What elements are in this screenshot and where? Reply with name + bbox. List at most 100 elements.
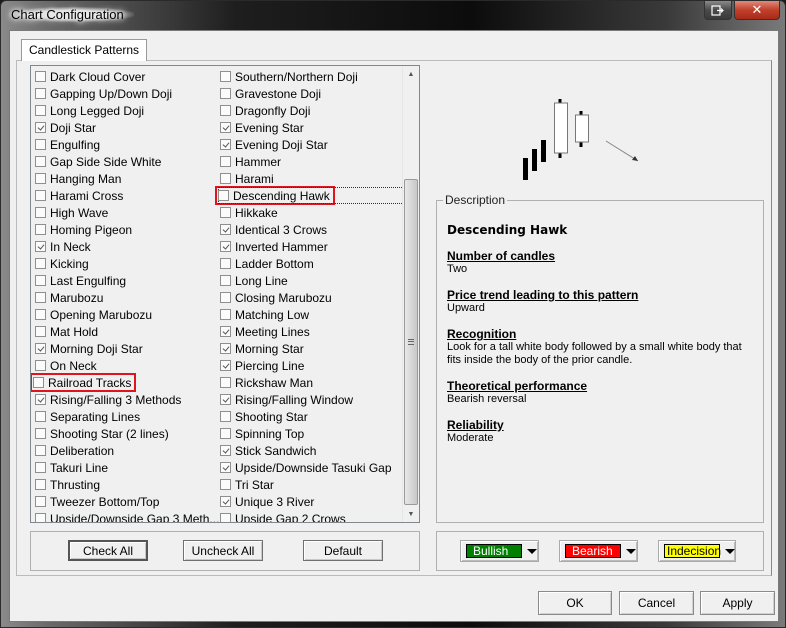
checkbox-unchecked[interactable] — [35, 105, 46, 116]
bullish-color-picker[interactable]: Bullish — [460, 540, 539, 562]
pattern-item[interactable]: Tweezer Bottom/Top — [33, 493, 219, 510]
checkbox-checked[interactable] — [220, 360, 231, 371]
bearish-color-picker[interactable]: Bearish — [559, 540, 638, 562]
pattern-item[interactable]: Dragonfly Doji — [218, 102, 404, 119]
pattern-item[interactable]: Deliberation — [33, 442, 219, 459]
pattern-item[interactable]: Evening Star — [218, 119, 404, 136]
pattern-item[interactable]: Southern/Northern Doji — [218, 68, 404, 85]
pattern-item[interactable]: Kicking — [33, 255, 219, 272]
pattern-item[interactable]: Closing Marubozu — [218, 289, 404, 306]
pattern-item[interactable]: Evening Doji Star — [218, 136, 404, 153]
checkbox-unchecked[interactable] — [35, 428, 46, 439]
checkbox-unchecked[interactable] — [220, 377, 231, 388]
checkbox-unchecked[interactable] — [35, 71, 46, 82]
pattern-item[interactable]: Thrusting — [33, 476, 219, 493]
pattern-item[interactable]: Separating Lines — [33, 408, 219, 425]
checkbox-checked[interactable] — [220, 224, 231, 235]
pattern-item[interactable]: Hammer — [218, 153, 404, 170]
checkbox-unchecked[interactable] — [33, 377, 44, 388]
checkbox-checked[interactable] — [220, 496, 231, 507]
checkbox-unchecked[interactable] — [220, 292, 231, 303]
pattern-item[interactable]: Gravestone Doji — [218, 85, 404, 102]
checkbox-checked[interactable] — [35, 343, 46, 354]
checkbox-checked[interactable] — [220, 139, 231, 150]
pattern-item[interactable]: Unique 3 River — [218, 493, 404, 510]
pattern-item[interactable]: Hikkake — [218, 204, 404, 221]
pattern-item[interactable]: Harami — [218, 170, 404, 187]
checkbox-unchecked[interactable] — [35, 496, 46, 507]
pattern-item[interactable]: Rickshaw Man — [218, 374, 404, 391]
checkbox-unchecked[interactable] — [35, 326, 46, 337]
checkbox-unchecked[interactable] — [35, 190, 46, 201]
checkbox-checked[interactable] — [220, 326, 231, 337]
pattern-item[interactable]: Matching Low — [218, 306, 404, 323]
checkbox-unchecked[interactable] — [35, 224, 46, 235]
tab-candlestick-patterns[interactable]: Candlestick Patterns — [21, 39, 148, 61]
pattern-item[interactable]: Engulfing — [33, 136, 219, 153]
pattern-item[interactable]: Identical 3 Crows — [218, 221, 404, 238]
checkbox-unchecked[interactable] — [35, 462, 46, 473]
pattern-item[interactable]: Piercing Line — [218, 357, 404, 374]
checkbox-unchecked[interactable] — [35, 207, 46, 218]
pattern-item[interactable]: Harami Cross — [33, 187, 219, 204]
pattern-item[interactable]: Upside/Downside Gap 3 Meth... — [33, 510, 219, 522]
pattern-item[interactable]: Long Legged Doji — [33, 102, 219, 119]
pattern-item[interactable]: Rising/Falling 3 Methods — [33, 391, 219, 408]
pattern-item[interactable]: Takuri Line — [33, 459, 219, 476]
checkbox-checked[interactable] — [35, 122, 46, 133]
pattern-item[interactable]: Homing Pigeon — [33, 221, 219, 238]
pattern-item[interactable]: Railroad Tracks — [31, 373, 219, 392]
checkbox-checked[interactable] — [35, 241, 46, 252]
pattern-item[interactable]: Gap Side Side White — [33, 153, 219, 170]
pattern-item[interactable]: Morning Star — [218, 340, 404, 357]
scroll-down-button[interactable]: ▼ — [403, 506, 419, 522]
pattern-item[interactable]: Shooting Star (2 lines) — [33, 425, 219, 442]
checkbox-unchecked[interactable] — [35, 513, 46, 522]
apply-button[interactable]: Apply — [700, 591, 775, 615]
pattern-item[interactable]: Tri Star — [218, 476, 404, 493]
checkbox-unchecked[interactable] — [35, 156, 46, 167]
checkbox-checked[interactable] — [35, 394, 46, 405]
uncheck-all-button[interactable]: Uncheck All — [183, 540, 263, 561]
pattern-item[interactable]: Last Engulfing — [33, 272, 219, 289]
pattern-item[interactable]: Dark Cloud Cover — [33, 68, 219, 85]
checkbox-checked[interactable] — [220, 122, 231, 133]
checkbox-unchecked[interactable] — [220, 173, 231, 184]
pattern-item[interactable]: Marubozu — [33, 289, 219, 306]
close-button[interactable]: ✕ — [734, 1, 780, 20]
checkbox-unchecked[interactable] — [220, 258, 231, 269]
pattern-item[interactable]: Hanging Man — [33, 170, 219, 187]
checkbox-unchecked[interactable] — [35, 88, 46, 99]
pattern-item[interactable]: Meeting Lines — [218, 323, 404, 340]
checkbox-unchecked[interactable] — [218, 190, 229, 201]
checkbox-checked[interactable] — [220, 394, 231, 405]
pattern-item[interactable]: Inverted Hammer — [218, 238, 404, 255]
checkbox-checked[interactable] — [220, 241, 231, 252]
cancel-button[interactable]: Cancel — [619, 591, 694, 615]
pattern-item[interactable]: Shooting Star — [218, 408, 404, 425]
scroll-up-button[interactable]: ▲ — [403, 66, 419, 82]
checkbox-unchecked[interactable] — [35, 309, 46, 320]
checkbox-unchecked[interactable] — [35, 173, 46, 184]
pattern-item[interactable]: Ladder Bottom — [218, 255, 404, 272]
checkbox-unchecked[interactable] — [35, 258, 46, 269]
pattern-item[interactable]: Mat Hold — [33, 323, 219, 340]
pattern-item[interactable]: Upside/Downside Tasuki Gap — [218, 459, 404, 476]
checkbox-unchecked[interactable] — [220, 479, 231, 490]
checkbox-unchecked[interactable] — [220, 207, 231, 218]
pattern-item[interactable]: Doji Star — [33, 119, 219, 136]
checkbox-unchecked[interactable] — [35, 275, 46, 286]
checkbox-checked[interactable] — [220, 445, 231, 456]
vertical-scrollbar[interactable]: ▲ ▼ — [402, 66, 419, 522]
pattern-item[interactable]: On Neck — [33, 357, 219, 374]
pattern-item[interactable]: Long Line — [218, 272, 404, 289]
pattern-item[interactable]: Descending Hawk — [215, 186, 404, 205]
pattern-item[interactable]: Upside Gap 2 Crows — [218, 510, 404, 522]
checkbox-unchecked[interactable] — [220, 513, 231, 522]
checkbox-unchecked[interactable] — [35, 445, 46, 456]
default-button[interactable]: Default — [303, 540, 383, 561]
checkbox-unchecked[interactable] — [35, 411, 46, 422]
checkbox-unchecked[interactable] — [220, 275, 231, 286]
title-bar[interactable]: Chart Configuration ✕ — [1, 1, 786, 29]
checkbox-unchecked[interactable] — [35, 292, 46, 303]
